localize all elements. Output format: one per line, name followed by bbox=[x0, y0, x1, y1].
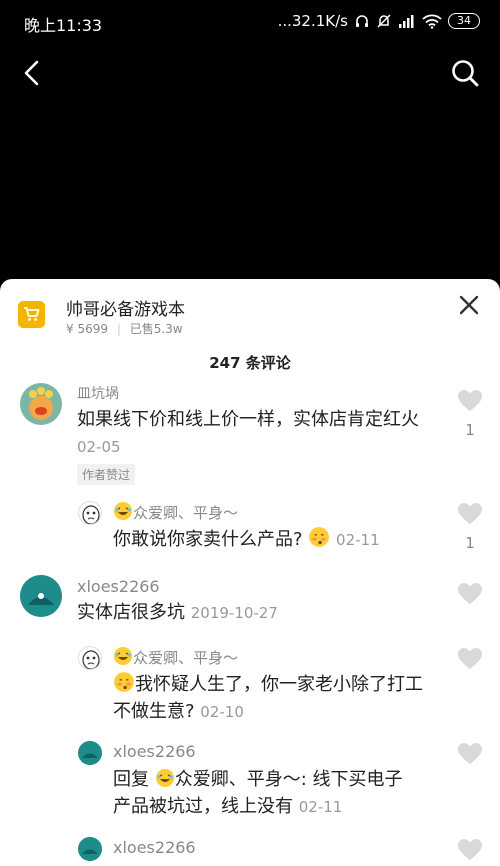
comment-count: 247 条评论 bbox=[209, 354, 291, 372]
reply-username-text: 众爱卿、平身～ bbox=[133, 504, 239, 522]
product-price: ¥ 5699 bbox=[66, 322, 108, 336]
comment-body: 如果线下价和线上价一样，实体店肯定红火 bbox=[77, 409, 419, 430]
avatar[interactable] bbox=[78, 646, 102, 670]
like-button[interactable]: 1 bbox=[456, 502, 484, 552]
like-count: 1 bbox=[465, 421, 475, 439]
product-title: 帅哥必备游戏本 bbox=[66, 300, 185, 320]
heart-icon bbox=[458, 503, 482, 524]
reply-prefix: 回复 bbox=[113, 769, 149, 790]
comment-item[interactable]: xloes2266 实体店很多坑 2019-10-27 bbox=[0, 574, 500, 634]
reply-username[interactable]: 众爱卿、平身～ bbox=[113, 501, 238, 523]
signal-icon bbox=[398, 14, 416, 28]
close-icon[interactable] bbox=[458, 294, 480, 316]
product-sold: 已售5.3w bbox=[129, 322, 183, 336]
reply-time: 02-11 bbox=[298, 798, 343, 816]
headphones-icon bbox=[354, 13, 370, 29]
laughing-emoji-icon bbox=[155, 769, 174, 787]
reply-body-line2: 产品被坑过，线上没有 bbox=[113, 796, 293, 817]
network-speed: ...32.1K/s bbox=[277, 12, 348, 30]
comment-item[interactable]: 皿坑埚 如果线下价和线上价一样，实体店肯定红火 02-05 作者赞过 1 bbox=[0, 380, 500, 485]
reply-time: 02-10 bbox=[200, 703, 244, 721]
back-icon[interactable] bbox=[18, 58, 48, 88]
heart-icon bbox=[458, 390, 482, 411]
like-button[interactable] bbox=[456, 742, 484, 770]
laughing-emoji-icon bbox=[114, 502, 132, 520]
reply-item[interactable]: xloes2266 bbox=[0, 835, 500, 866]
mute-bell-icon bbox=[376, 13, 392, 29]
avatar[interactable] bbox=[20, 575, 62, 617]
comment-sheet: 帅哥必备游戏本 ¥ 5699 | 已售5.3w 247 条评论 皿坑埚 如果线下… bbox=[0, 279, 500, 866]
status-time: 晚上11:33 bbox=[24, 16, 103, 35]
reply-time: 02-11 bbox=[336, 531, 380, 549]
reply-item[interactable]: xloes2266 回复 众爱卿、平身～: 线下买电子 产品被坑过，线上没有 0… bbox=[0, 739, 500, 824]
reply-body-line2: 不做生意? bbox=[113, 701, 195, 722]
reply-to-user[interactable]: 众爱卿、平身～ bbox=[175, 769, 301, 790]
like-button[interactable] bbox=[456, 838, 484, 866]
comment-time: 2019-10-27 bbox=[190, 604, 278, 622]
reply-text: 回复 众爱卿、平身～: 线下买电子 产品被坑过，线上没有 02-11 bbox=[113, 766, 453, 821]
like-button[interactable] bbox=[456, 647, 484, 675]
heart-icon bbox=[458, 583, 482, 604]
avatar[interactable] bbox=[78, 501, 102, 525]
like-button[interactable] bbox=[456, 582, 484, 610]
reply-body: 你敢说你家卖什么产品? bbox=[113, 529, 303, 550]
cart-icon bbox=[18, 301, 45, 328]
reply-item[interactable]: 众爱卿、平身～ 你敢说你家卖什么产品? 02-11 1 bbox=[0, 499, 500, 559]
reply-text: 我怀疑人生了，你一家老小除了打工 不做生意? 02-10 bbox=[113, 671, 453, 726]
comment-username[interactable]: xloes2266 bbox=[77, 577, 160, 596]
reply-username[interactable]: xloes2266 bbox=[113, 742, 196, 761]
reply-username-text: 众爱卿、平身～ bbox=[133, 649, 239, 667]
heart-icon bbox=[458, 839, 482, 860]
reply-username[interactable]: 众爱卿、平身～ bbox=[113, 646, 238, 668]
product-meta: ¥ 5699 | 已售5.3w bbox=[66, 320, 183, 337]
avatar[interactable] bbox=[20, 383, 62, 425]
shy-emoji-icon bbox=[114, 672, 134, 692]
product-card[interactable]: 帅哥必备游戏本 ¥ 5699 | 已售5.3w bbox=[0, 279, 500, 341]
heart-icon bbox=[458, 648, 482, 669]
author-liked-tag: 作者赞过 bbox=[77, 464, 136, 485]
reply-body-line1: : 线下买电子 bbox=[300, 769, 403, 790]
wifi-icon bbox=[422, 14, 442, 29]
comment-text: 实体店很多坑 2019-10-27 bbox=[77, 599, 457, 627]
reply-text: 你敢说你家卖什么产品? 02-11 bbox=[113, 526, 443, 554]
like-count: 1 bbox=[465, 534, 475, 552]
laughing-emoji-icon bbox=[114, 647, 132, 665]
heart-icon bbox=[458, 743, 482, 764]
avatar[interactable] bbox=[78, 837, 102, 861]
shy-emoji-icon bbox=[309, 527, 330, 547]
comment-time: 02-05 bbox=[77, 438, 121, 456]
reply-body-line1: 我怀疑人生了，你一家老小除了打工 bbox=[135, 674, 423, 695]
reply-username[interactable]: xloes2266 bbox=[113, 838, 196, 857]
like-button[interactable]: 1 bbox=[456, 389, 484, 439]
status-bar: 晚上11:33 ...32.1K/s 34 bbox=[0, 0, 500, 44]
meta-divider: | bbox=[116, 322, 121, 336]
search-icon[interactable] bbox=[450, 58, 480, 88]
comment-body: 实体店很多坑 bbox=[77, 602, 185, 623]
reply-item[interactable]: 众爱卿、平身～ 我怀疑人生了，你一家老小除了打工 不做生意? 02-10 bbox=[0, 644, 500, 729]
avatar[interactable] bbox=[78, 741, 102, 765]
comment-text: 如果线下价和线上价一样，实体店肯定红火 02-05 bbox=[77, 406, 457, 461]
battery-indicator: 34 bbox=[448, 13, 480, 29]
comment-username[interactable]: 皿坑埚 bbox=[77, 383, 119, 403]
